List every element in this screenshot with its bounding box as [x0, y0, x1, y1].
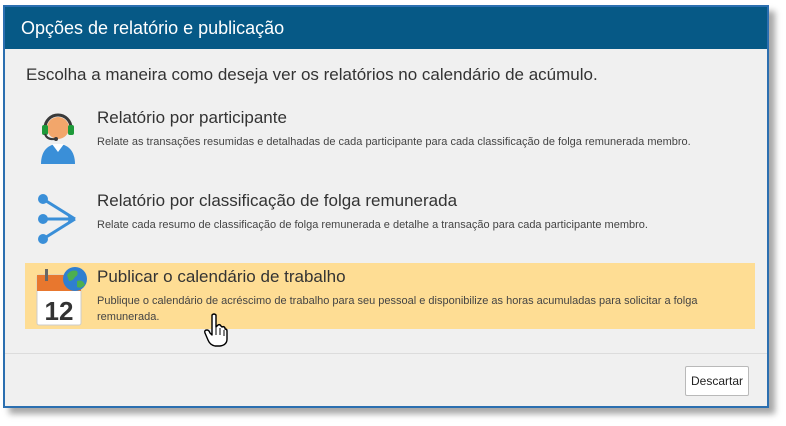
hand-pointer-cursor-icon — [204, 313, 228, 347]
dismiss-button[interactable]: Descartar — [685, 366, 749, 396]
dialog-title: Opções de relatório e publicação — [5, 7, 767, 49]
option-description: Publique o calendário de acréscimo de tr… — [97, 295, 698, 323]
participant-headset-icon — [35, 106, 81, 166]
option-description: Relate cada resumo de classificação de f… — [97, 219, 648, 231]
option-title: Relatório por classificação de folga rem… — [97, 191, 458, 210]
option-description: Relate as transações resumidas e detalha… — [97, 136, 691, 148]
option-title: Relatório por participante — [97, 108, 287, 127]
footer-divider — [5, 353, 767, 354]
instruction-text: Escolha a maneira como deseja ver os rel… — [26, 65, 598, 84]
option-report-by-participant[interactable]: Relatório por participante Relate as tra… — [25, 104, 755, 170]
calendar-globe-icon: 12 — [35, 265, 87, 326]
option-title: Publicar o calendário de trabalho — [97, 267, 346, 286]
option-publish-work-calendar[interactable]: 12 Publicar o calendário de trabalho Pub… — [25, 263, 755, 329]
option-report-by-leave-class[interactable]: Relatório por classificação de folga rem… — [25, 187, 755, 253]
branch-arrows-icon — [35, 189, 81, 249]
calendar-day-number: 12 — [45, 296, 74, 326]
report-options-dialog: Opções de relatório e publicação Escolha… — [3, 5, 769, 408]
